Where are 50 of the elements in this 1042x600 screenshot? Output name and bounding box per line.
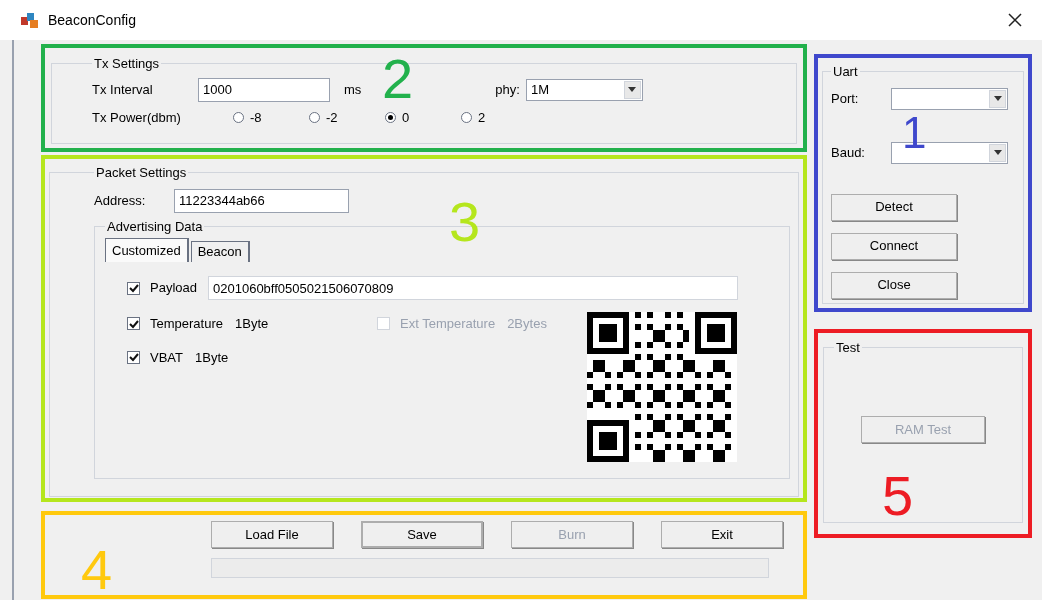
- tab[interactable]: Beacon: [190, 241, 250, 262]
- radio-label: -2: [326, 108, 338, 127]
- button[interactable]: Connect: [831, 232, 957, 260]
- radio-label: 0: [402, 108, 410, 127]
- annotation-number: 2: [382, 60, 414, 98]
- checkbox[interactable]: [127, 350, 140, 364]
- field-label: Address:: [94, 191, 147, 210]
- field-label: Baud:: [831, 143, 866, 162]
- field-label: Port:: [831, 89, 860, 108]
- unit-label: ms: [344, 80, 362, 99]
- group-title: Packet Settings: [95, 164, 188, 182]
- window-title: BeaconConfig: [48, 10, 136, 30]
- checkbox-label: VBAT: [150, 348, 183, 367]
- group-title: Tx Settings: [93, 55, 161, 73]
- radio-button[interactable]: [233, 111, 244, 123]
- field-label: Tx Interval: [92, 80, 154, 99]
- dropdown[interactable]: 1M: [525, 78, 643, 101]
- input-field[interactable]: 1000: [198, 77, 330, 102]
- tab[interactable]: Customized: [105, 238, 189, 262]
- group-title: Advertising Data: [106, 217, 204, 236]
- radio-label: -8: [250, 108, 262, 127]
- field-label: Tx Power(dbm): [92, 108, 182, 127]
- app-icon: [20, 11, 40, 29]
- size-label: 2Bytes: [507, 315, 547, 333]
- input-field[interactable]: 11223344ab66: [174, 188, 349, 213]
- annotation-number: 3: [449, 203, 481, 241]
- button[interactable]: Save: [361, 521, 483, 548]
- button[interactable]: Detect: [831, 193, 957, 221]
- checkbox-label: Temperature: [150, 315, 223, 333]
- radio-button[interactable]: [385, 111, 396, 123]
- button[interactable]: Load File: [211, 521, 333, 548]
- input-field[interactable]: 0201060bff0505021506070809: [208, 276, 738, 300]
- checkbox[interactable]: [127, 281, 140, 295]
- checkbox-label: Payload: [150, 279, 198, 298]
- field-label: phy:: [495, 80, 520, 99]
- close-icon[interactable]: [1008, 13, 1022, 27]
- annotation-number: 1: [902, 118, 927, 148]
- group-title: Test: [835, 339, 861, 357]
- checkbox-label: Ext Temperature: [400, 315, 496, 333]
- annotation-number: 5: [882, 477, 914, 515]
- checkbox[interactable]: [127, 317, 140, 331]
- radio-button[interactable]: [309, 111, 320, 123]
- button[interactable]: Exit: [661, 521, 783, 548]
- radio-button[interactable]: [461, 111, 472, 123]
- size-label: 1Byte: [235, 315, 269, 333]
- group-title: Uart: [832, 63, 859, 81]
- annotation-number: 4: [81, 551, 113, 589]
- radio-label: 2: [478, 108, 486, 127]
- button[interactable]: Close: [831, 271, 957, 299]
- size-label: 1Byte: [195, 348, 229, 367]
